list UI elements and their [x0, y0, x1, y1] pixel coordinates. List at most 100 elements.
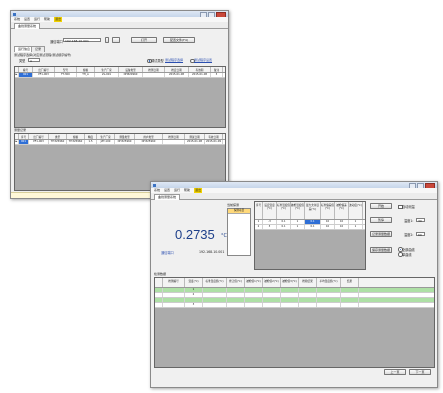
table-cell[interactable]: 0.1	[277, 225, 291, 229]
table-cell[interactable]: 1	[291, 220, 305, 224]
column-header[interactable]: 序号	[255, 202, 263, 219]
tab-records[interactable]: 记录	[31, 46, 46, 52]
table-cell[interactable]	[143, 73, 165, 77]
column-header[interactable]: 检验结果	[299, 278, 317, 287]
column-header[interactable]: 有效期	[189, 67, 211, 72]
table-cell[interactable]: JZT-100	[97, 140, 115, 144]
table-cell[interactable]	[299, 288, 317, 292]
table-cell[interactable]	[281, 303, 299, 307]
table-cell[interactable]: 0.1	[305, 220, 321, 224]
table-cell[interactable]: 0.1	[277, 220, 291, 224]
table-cell[interactable]: FT-300	[55, 73, 77, 77]
table-cell[interactable]	[203, 298, 227, 302]
table-cell[interactable]: 1	[349, 225, 363, 229]
table-cell[interactable]: TH_A	[77, 73, 95, 77]
table-cell[interactable]: TH325960	[67, 140, 85, 144]
table-cell[interactable]	[163, 298, 185, 302]
column-header[interactable]: 型号	[55, 67, 77, 72]
column-header[interactable]: 波动度(℃)	[349, 202, 363, 219]
table-cell[interactable]: 3	[185, 303, 203, 307]
table-cell[interactable]	[163, 288, 185, 292]
table-cell[interactable]	[281, 288, 299, 292]
column-header[interactable]: 温度(℃)	[185, 278, 203, 287]
type-select[interactable]: A	[28, 57, 40, 63]
table-cell[interactable]: 10	[335, 225, 349, 229]
column-header[interactable]: 生产厂家	[95, 67, 119, 72]
table-cell[interactable]: 1.5	[85, 140, 97, 144]
table-cell[interactable]	[263, 303, 281, 307]
table-cell[interactable]	[227, 303, 245, 307]
column-header[interactable]: 检测编号	[163, 278, 185, 287]
table-cell[interactable]	[155, 298, 163, 302]
table-cell[interactable]	[281, 293, 299, 297]
table-cell[interactable]	[299, 293, 317, 297]
column-header[interactable]: 被检温度值(℃)	[291, 202, 305, 219]
temp2-input[interactable]: 60	[416, 231, 425, 237]
table-cell[interactable]: 2015-01-09	[205, 140, 223, 144]
column-header[interactable]: 规格	[67, 134, 85, 139]
column-header[interactable]: 修正值(℃)	[227, 278, 245, 287]
column-header[interactable]: 标准温度值(℃)	[203, 278, 227, 287]
table-cell[interactable]	[245, 293, 263, 297]
table-cell[interactable]	[227, 293, 245, 297]
table-cell[interactable]: 10	[321, 220, 335, 224]
table-cell[interactable]	[163, 303, 185, 307]
column-header[interactable]: 规格	[77, 67, 95, 72]
column-header[interactable]: 最大允许误差(℃)	[305, 202, 321, 219]
table-cell[interactable]	[245, 288, 263, 292]
table-cell[interactable]: 2	[255, 225, 263, 229]
table-cell[interactable]	[245, 298, 263, 302]
column-header[interactable]: 标准温度值(℃)	[277, 202, 291, 219]
table-cell[interactable]: DH325960	[115, 140, 135, 144]
table-cell[interactable]: 001	[19, 140, 29, 144]
table-cell[interactable]: 0.1	[305, 225, 321, 229]
table-cell[interactable]	[227, 298, 245, 302]
table-row[interactable]: 2 3 0.1 1 0.1 10 10 1	[255, 225, 365, 230]
table-cell[interactable]: 2015-01-08	[189, 73, 211, 77]
table-cell[interactable]: PF1-003	[33, 73, 55, 77]
table-cell[interactable]: 1	[185, 288, 203, 292]
refresh-icon[interactable]	[112, 37, 120, 43]
program-select-link[interactable]: 测试程序选择	[165, 58, 183, 62]
table-cell[interactable]: 2015-01-08	[185, 140, 205, 144]
table-cell[interactable]	[203, 303, 227, 307]
table-cell[interactable]: 001	[19, 73, 33, 77]
table-cell[interactable]	[163, 140, 185, 144]
column-header[interactable]: 用户类型	[135, 134, 163, 139]
table-cell[interactable]	[341, 298, 359, 302]
table-cell[interactable]: 3	[211, 73, 223, 77]
table-cell[interactable]	[317, 293, 341, 297]
table-cell[interactable]	[203, 288, 227, 292]
column-header[interactable]: 备注	[211, 67, 223, 72]
column-header[interactable]: 结果	[341, 278, 359, 287]
measurement-table[interactable]: 序号 设定温度(℃) 标准温度值(℃) 被检温度值(℃) 最大允许误差(℃) 标准偏差值(…	[254, 201, 366, 270]
table-cell[interactable]	[185, 298, 203, 302]
table-cell[interactable]	[341, 293, 359, 297]
table-cell[interactable]: DH820960	[119, 73, 143, 77]
column-header[interactable]: 被检值2(℃)	[263, 278, 281, 287]
table-cell[interactable]	[155, 303, 163, 307]
column-header[interactable]: 平均温度值(℃)	[317, 278, 341, 287]
table-cell[interactable]: 1	[291, 225, 305, 229]
column-header[interactable]: 序号	[19, 134, 29, 139]
column-header[interactable]: 检测日期	[163, 134, 185, 139]
table-cell[interactable]	[299, 298, 317, 302]
port-dropdown-button[interactable]	[105, 37, 109, 43]
table-cell[interactable]: -3	[263, 220, 277, 224]
table-cell[interactable]	[299, 303, 317, 307]
program-setting-link[interactable]: 测试程序设置	[194, 58, 212, 62]
table-cell[interactable]	[227, 288, 245, 292]
column-header[interactable]: 设定温度(℃)	[263, 202, 277, 219]
table-cell[interactable]	[163, 293, 185, 297]
column-header[interactable]: 被检值3(℃)	[281, 278, 299, 287]
tab-main[interactable]: 曲线测量系统	[154, 194, 181, 200]
column-header[interactable]: 设备类型	[119, 67, 143, 72]
column-header[interactable]	[155, 278, 163, 287]
column-header[interactable]: 有效日期	[205, 134, 223, 139]
table-cell[interactable]	[341, 303, 359, 307]
table-cell[interactable]	[263, 298, 281, 302]
column-header[interactable]: 检定日期	[165, 67, 189, 72]
table-cell[interactable]: 2	[185, 293, 203, 297]
table-cell[interactable]: 1	[349, 220, 363, 224]
table-cell[interactable]: TH325960	[49, 140, 67, 144]
